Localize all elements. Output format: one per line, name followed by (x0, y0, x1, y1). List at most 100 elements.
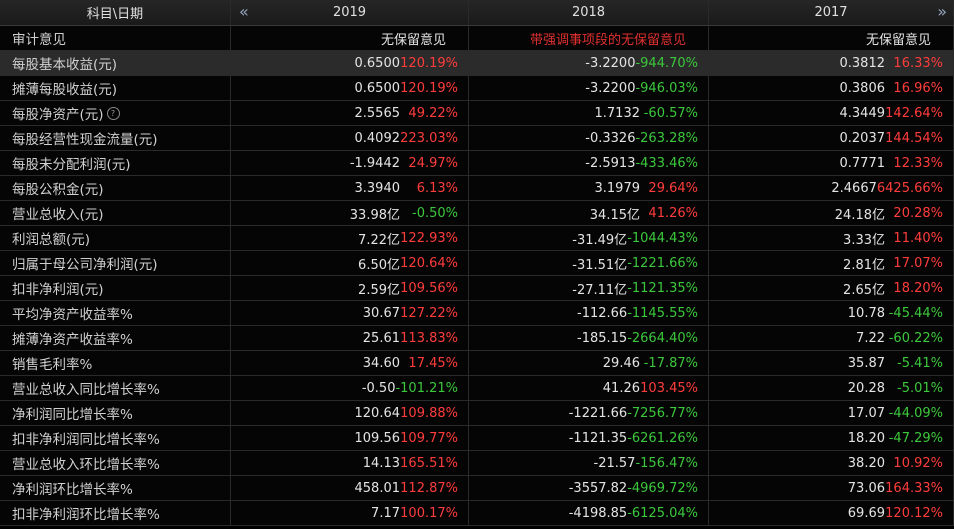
cell-value: -31.49亿 (572, 232, 628, 248)
help-icon[interactable]: ? (106, 106, 120, 120)
cell-change-percent: 17.07% (893, 255, 943, 271)
table-cell: 7.17 100.17% (231, 501, 469, 526)
table-row-label[interactable]: 每股经营性现金流量(元) (0, 126, 231, 151)
row-label-text: 扣非净利润(元) (12, 282, 104, 298)
cell-change-percent: 103.45% (640, 380, 698, 396)
table-row-label[interactable]: 扣非净利润同比增长率% (0, 426, 231, 451)
table-cell: 34.15亿 41.26% (469, 201, 709, 226)
table-cell: 0.7771 12.33% (709, 151, 954, 176)
cell-change-percent: 164.33% (885, 480, 943, 496)
audit-opinion-value: 无保留意见 (380, 32, 446, 48)
table-row-label[interactable]: 摊薄净资产收益率% (0, 326, 231, 351)
cell-change-percent: 11.40% (893, 230, 943, 246)
row-label-text: 每股公积金(元) (12, 182, 104, 198)
cell-value: 2.81亿 (843, 257, 885, 273)
audit-opinion-label: 审计意见 (0, 26, 231, 51)
table-row-label[interactable]: 摊薄每股收益(元) (0, 76, 231, 101)
cell-value: 20.28 (847, 380, 885, 396)
cell-change-percent: -944.70% (635, 55, 698, 71)
cell-change-percent: 24.97% (408, 155, 458, 171)
header-year-2018[interactable]: 2018 (469, 0, 709, 26)
row-label-text: 销售毛利率% (12, 357, 93, 373)
cell-change-percent: 109.77% (400, 430, 458, 446)
table-row-label[interactable]: 净利润环比增长率% (0, 476, 231, 501)
table-row-label[interactable]: 扣非净利润(元) (0, 276, 231, 301)
table-cell: 120.64 109.88% (231, 401, 469, 426)
cell-value: -2.5913 (585, 155, 636, 171)
cell-change-percent: 142.64% (885, 105, 943, 121)
row-label-text: 审计意见 (12, 32, 66, 48)
cell-change-percent: 16.96% (893, 80, 943, 96)
cell-value: -185.15 (577, 330, 628, 346)
year-label: 2019 (332, 5, 367, 20)
cell-change-percent: 112.87% (400, 480, 458, 496)
cell-change-percent: 122.93% (400, 230, 458, 246)
table-cell: 18.20 -47.29% (709, 426, 954, 451)
cell-value: 3.3940 (354, 180, 401, 196)
table-row-label[interactable]: 销售毛利率% (0, 351, 231, 376)
cell-value: 0.6500 (354, 80, 401, 96)
cell-value: 2.5565 (354, 105, 401, 121)
cell-change-percent: 109.88% (400, 405, 458, 421)
row-label-text: 净利润同比增长率% (12, 407, 133, 423)
cell-change-percent: -7256.77% (627, 405, 698, 421)
cell-change-percent: 17.45% (408, 355, 458, 371)
cell-change-percent: 6.13% (416, 180, 458, 196)
table-cell: -1.9442 24.97% (231, 151, 469, 176)
cell-value: 2.59亿 (358, 282, 400, 298)
table-cell: 33.98亿 -0.50% (231, 201, 469, 226)
table-cell: 0.2037 144.54% (709, 126, 954, 151)
table-row-label[interactable]: 扣非净利润环比增长率% (0, 501, 231, 526)
table-row-label[interactable]: 营业总收入(元) (0, 201, 231, 226)
table-row-label[interactable]: 净利润同比增长率% (0, 401, 231, 426)
cell-change-percent: 6425.66% (876, 180, 943, 196)
next-period-icon[interactable]: » (937, 2, 947, 21)
cell-change-percent: 165.51% (400, 455, 458, 471)
table-cell: -31.49亿 -1044.43% (469, 226, 709, 251)
cell-change-percent: -44.09% (888, 405, 943, 421)
table-cell: 4.3449 142.64% (709, 101, 954, 126)
table-row-label[interactable]: 每股未分配利润(元) (0, 151, 231, 176)
cell-change-percent: 29.64% (648, 180, 698, 196)
header-year-2017[interactable]: 2017 » (709, 0, 954, 26)
table-row-label[interactable]: 平均净资产收益率% (0, 301, 231, 326)
table-row-label[interactable]: 营业总收入环比增长率% (0, 451, 231, 476)
year-label: 2017 (814, 5, 848, 20)
header-year-2019[interactable]: « 2019 (231, 0, 469, 26)
cell-value: -3.2200 (585, 80, 636, 96)
cell-change-percent: 109.56% (400, 280, 458, 296)
table-cell: 17.07 -44.09% (709, 401, 954, 426)
cell-value: 18.20 (847, 430, 885, 446)
cell-change-percent: 120.12% (885, 505, 943, 521)
table-row-label[interactable]: 利润总额(元) (0, 226, 231, 251)
table-cell: 38.20 10.92% (709, 451, 954, 476)
table-row-label[interactable]: 每股公积金(元) (0, 176, 231, 201)
row-label-text: 净利润环比增长率% (12, 482, 133, 498)
cell-value: -1121.35 (568, 430, 628, 446)
table-cell: 35.87 -5.41% (709, 351, 954, 376)
cell-change-percent: 10.92% (893, 455, 943, 471)
cell-change-percent: -60.57% (643, 105, 698, 121)
prev-period-icon[interactable]: « (239, 2, 249, 21)
cell-change-percent: 100.17% (400, 505, 458, 521)
table-cell: -27.11亿 -1121.35% (469, 276, 709, 301)
table-row-label[interactable]: 营业总收入同比增长率% (0, 376, 231, 401)
cell-change-percent: -1121.35% (627, 280, 698, 296)
table-row-label[interactable]: 每股净资产(元)? (0, 101, 231, 126)
row-label-text: 每股基本收益(元) (12, 57, 118, 73)
cell-change-percent: -433.46% (635, 155, 698, 171)
cell-value: 34.15亿 (589, 207, 640, 223)
table-cell: -21.57 -156.47% (469, 451, 709, 476)
table-row-label[interactable]: 每股基本收益(元) (0, 51, 231, 76)
cell-value: -3557.82 (568, 480, 628, 496)
table-cell: -1221.66 -7256.77% (469, 401, 709, 426)
cell-value: 30.67 (362, 305, 400, 321)
cell-value: 3.33亿 (843, 232, 885, 248)
cell-value: 10.78 (847, 305, 885, 321)
cell-change-percent: -1221.66% (627, 255, 698, 271)
cell-change-percent: -45.44% (888, 305, 943, 321)
cell-value: 0.3812 (839, 55, 886, 71)
table-row-label[interactable]: 归属于母公司净利润(元) (0, 251, 231, 276)
table-cell: 0.3806 16.96% (709, 76, 954, 101)
table-cell: 0.3812 16.33% (709, 51, 954, 76)
